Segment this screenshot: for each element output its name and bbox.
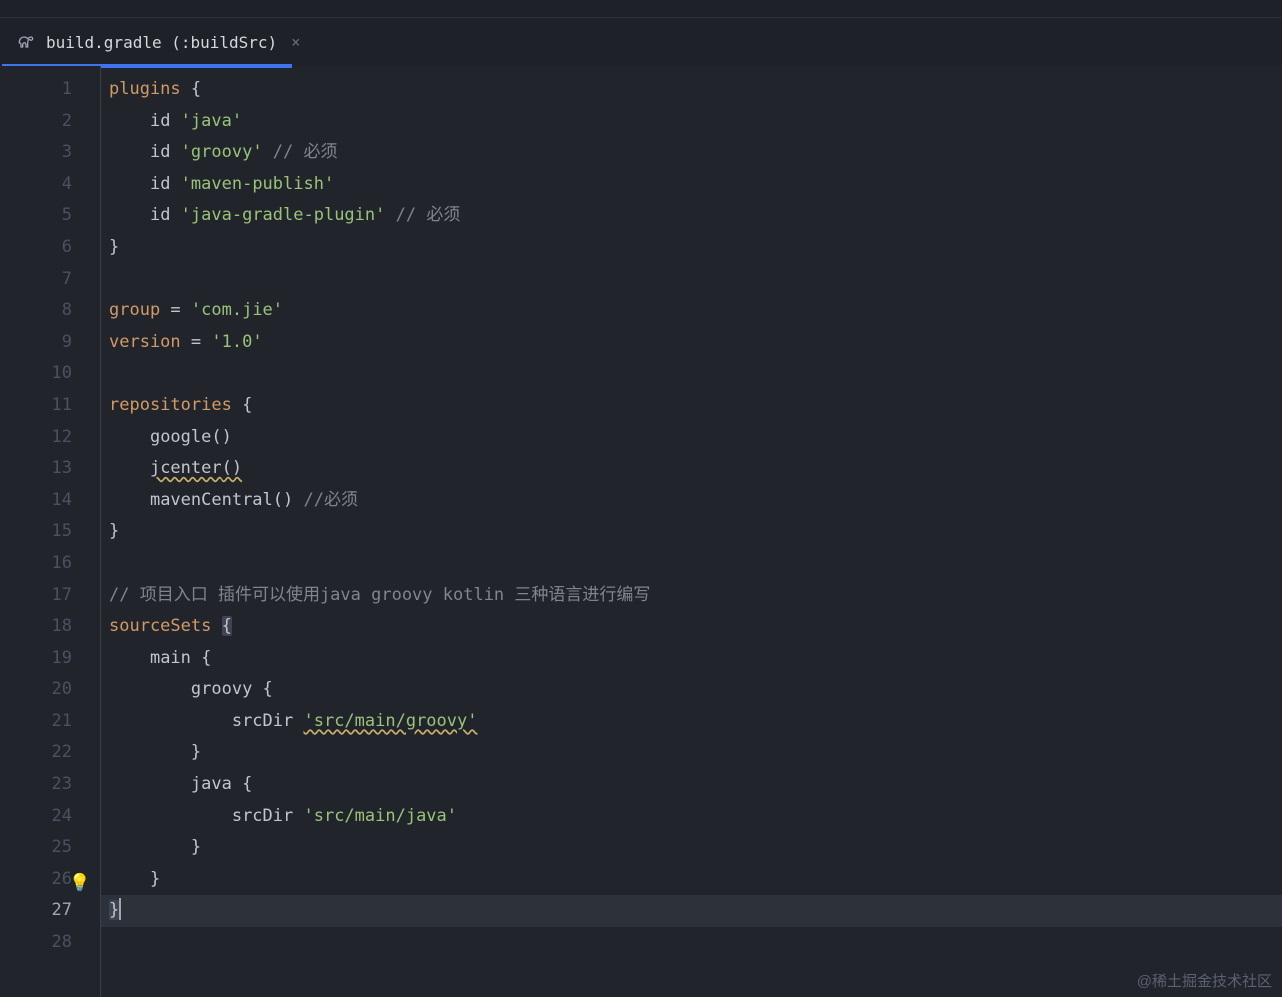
line-number: 15 <box>0 516 72 548</box>
tab-title: build.gradle (:buildSrc) <box>46 33 277 52</box>
code-line[interactable]: id 'groovy' // 必须 <box>101 137 1282 169</box>
gutter: 1 2 3 4 5 6 7 8 9 10 11 12 13 14 15 16 1… <box>0 66 100 997</box>
line-number: 25 <box>0 832 72 864</box>
line-number: 20 <box>0 674 72 706</box>
code-line[interactable]: repositories { <box>101 390 1282 422</box>
code-line[interactable] <box>101 548 1282 580</box>
elephant-icon <box>16 32 36 52</box>
code-line[interactable]: } <box>101 516 1282 548</box>
close-icon[interactable]: × <box>291 33 300 51</box>
code-line[interactable]: google() <box>101 422 1282 454</box>
code-line[interactable] <box>101 358 1282 390</box>
code-line[interactable]: 💡 } <box>101 864 1282 896</box>
code-line[interactable]: id 'java' <box>101 106 1282 138</box>
line-number: 23 <box>0 769 72 801</box>
code-line[interactable]: plugins { <box>101 74 1282 106</box>
watermark: @稀土掘金技术社区 <box>1137 970 1272 991</box>
line-number: 9 <box>0 327 72 359</box>
code-line[interactable] <box>101 264 1282 296</box>
editor: 1 2 3 4 5 6 7 8 9 10 11 12 13 14 15 16 1… <box>0 66 1282 997</box>
top-bar <box>0 0 1282 18</box>
code-line[interactable]: main { <box>101 643 1282 675</box>
code-line[interactable]: } <box>101 895 1282 927</box>
line-number: 24 <box>0 801 72 833</box>
line-number: 1 <box>0 74 72 106</box>
line-number: 12 <box>0 422 72 454</box>
tab-build-gradle[interactable]: build.gradle (:buildSrc) × <box>2 18 314 66</box>
code-line[interactable]: id 'maven-publish' <box>101 169 1282 201</box>
code-line[interactable]: } <box>101 232 1282 264</box>
code-line[interactable]: } <box>101 737 1282 769</box>
line-number: 21 <box>0 706 72 738</box>
code-line[interactable]: } <box>101 832 1282 864</box>
line-number: 8 <box>0 295 72 327</box>
line-number: 14 <box>0 485 72 517</box>
line-number: 26 <box>0 864 72 896</box>
code-area[interactable]: plugins { id 'java' id 'groovy' // 必须 id… <box>100 66 1282 997</box>
text-cursor <box>119 898 121 920</box>
line-number: 2 <box>0 106 72 138</box>
line-number: 28 <box>0 927 72 959</box>
code-line[interactable]: sourceSets { <box>101 611 1282 643</box>
code-line[interactable]: id 'java-gradle-plugin' // 必须 <box>101 200 1282 232</box>
line-number: 5 <box>0 200 72 232</box>
code-line[interactable]: groovy { <box>101 674 1282 706</box>
code-line[interactable]: mavenCentral() //必须 <box>101 485 1282 517</box>
code-line[interactable]: version = '1.0' <box>101 327 1282 359</box>
line-number: 18 <box>0 611 72 643</box>
line-number: 17 <box>0 580 72 612</box>
line-number: 3 <box>0 137 72 169</box>
line-number: 16 <box>0 548 72 580</box>
code-line[interactable]: srcDir 'src/main/groovy' <box>101 706 1282 738</box>
code-line[interactable]: jcenter() <box>101 453 1282 485</box>
code-line[interactable]: // 项目入口 插件可以使用java groovy kotlin 三种语言进行编… <box>101 580 1282 612</box>
code-line[interactable] <box>101 927 1282 959</box>
code-line[interactable]: srcDir 'src/main/java' <box>101 801 1282 833</box>
line-number: 10 <box>0 358 72 390</box>
code-line[interactable]: java { <box>101 769 1282 801</box>
line-number: 6 <box>0 232 72 264</box>
line-number: 13 <box>0 453 72 485</box>
tab-bar: build.gradle (:buildSrc) × <box>0 18 1282 66</box>
code-line[interactable]: group = 'com.jie' <box>101 295 1282 327</box>
line-number: 11 <box>0 390 72 422</box>
line-number: 22 <box>0 737 72 769</box>
line-number: 27 <box>0 895 72 927</box>
line-number: 7 <box>0 264 72 296</box>
line-number: 4 <box>0 169 72 201</box>
bulb-icon[interactable]: 💡 <box>69 868 90 900</box>
line-number: 19 <box>0 643 72 675</box>
